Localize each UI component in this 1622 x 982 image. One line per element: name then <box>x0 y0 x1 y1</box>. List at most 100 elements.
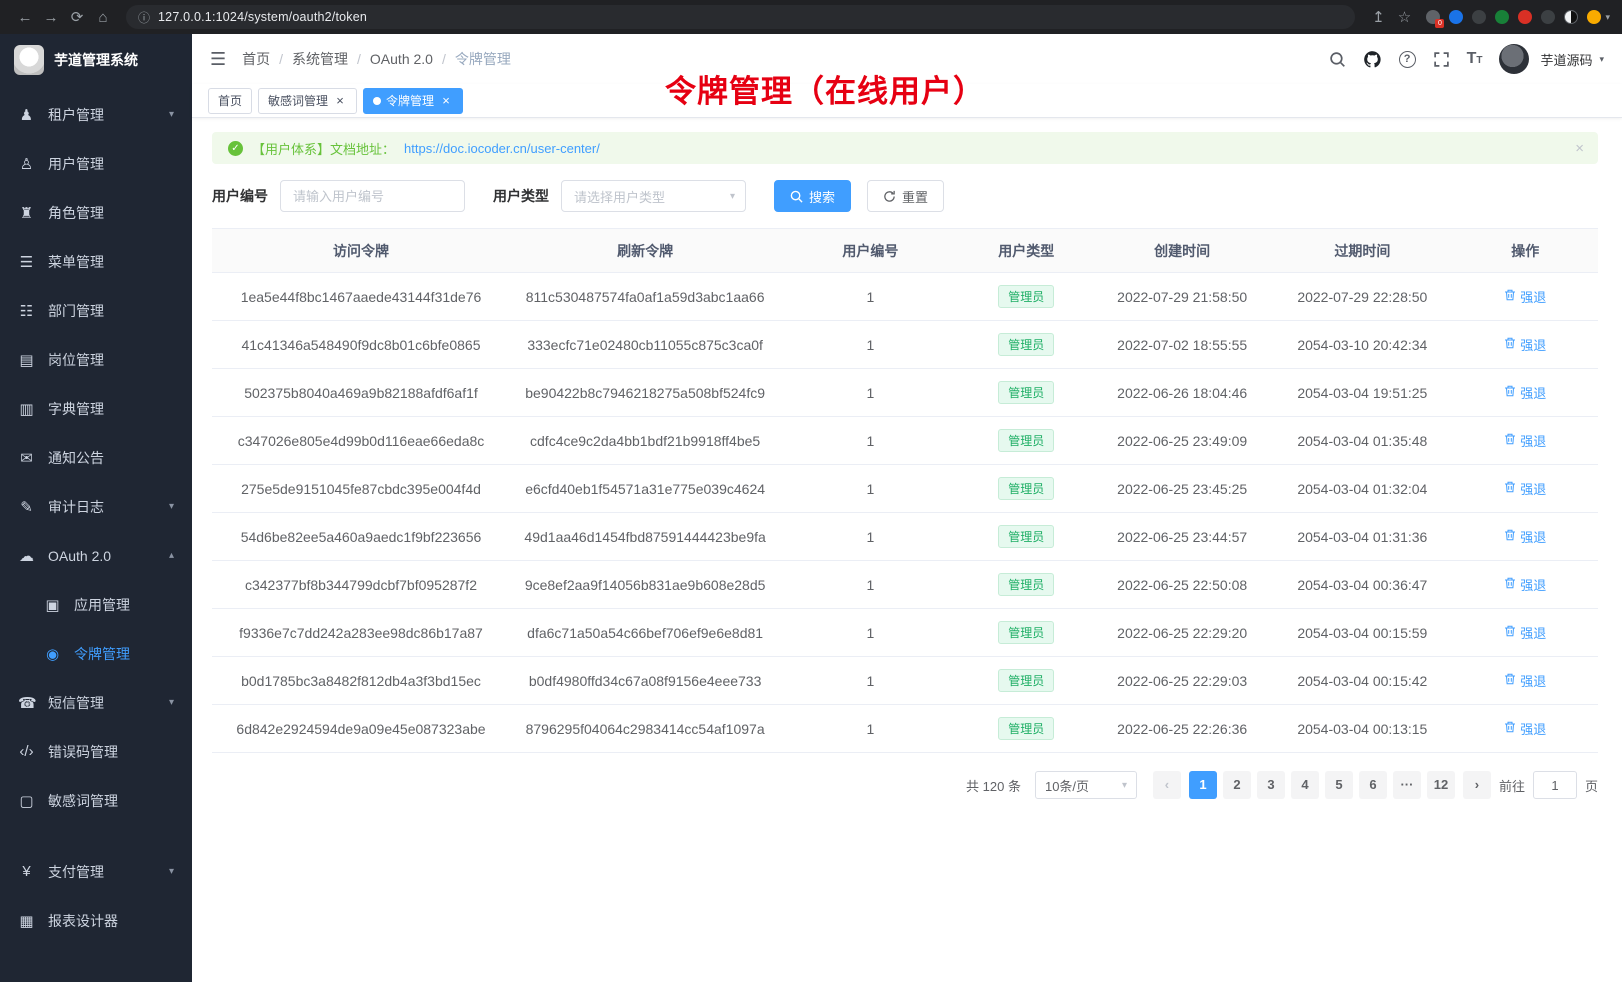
sidebar-item-pay[interactable]: ¥支付管理▾ <box>0 847 192 896</box>
tab-0[interactable]: 首页 <box>208 88 252 114</box>
sidebar-item-post[interactable]: ▤岗位管理 <box>0 335 192 384</box>
refresh-token-cell: 49d1aa46d1454fbd87591444423be9fa <box>510 513 780 561</box>
user-avatar[interactable] <box>1499 44 1529 74</box>
expire-time-cell: 2054-03-04 01:35:48 <box>1272 417 1452 465</box>
extension-icon[interactable] <box>1495 10 1509 24</box>
pager-page-12[interactable]: 12 <box>1427 771 1455 799</box>
pager-ellipsis[interactable]: ··· <box>1393 771 1421 799</box>
breadcrumb-item-system[interactable]: 系统管理 <box>292 49 348 69</box>
column-header: 刷新令牌 <box>510 229 780 273</box>
help-icon[interactable]: ? <box>1399 51 1416 68</box>
force-logout-button[interactable]: 强退 <box>1504 431 1546 450</box>
force-logout-button[interactable]: 强退 <box>1504 623 1546 642</box>
refresh-token-cell: b0df4980ffd34c67a08f9156e4eee733 <box>510 657 780 705</box>
alert-text: 【用户体系】文档地址： <box>252 139 395 158</box>
sidebar-item-menu[interactable]: ☰菜单管理 <box>0 237 192 286</box>
force-logout-button[interactable]: 强退 <box>1504 383 1546 402</box>
sidebar-item-tenant[interactable]: ♟租户管理▾ <box>0 90 192 139</box>
user-type-badge: 管理员 <box>998 717 1054 740</box>
force-logout-button[interactable]: 强退 <box>1504 287 1546 306</box>
browser-profile-avatar[interactable] <box>1587 10 1601 24</box>
audit-icon: ✎ <box>18 498 35 516</box>
force-logout-button[interactable]: 强退 <box>1504 335 1546 354</box>
force-logout-button[interactable]: 强退 <box>1504 719 1546 738</box>
pager-page-2[interactable]: 2 <box>1223 771 1251 799</box>
sidebar-item-role[interactable]: ♜角色管理 <box>0 188 192 237</box>
home-icon[interactable]: ⌂ <box>90 9 116 26</box>
app-logo-row[interactable]: 芋道管理系统 <box>0 34 192 86</box>
extension-icon[interactable] <box>1564 10 1578 24</box>
fullscreen-icon[interactable] <box>1433 51 1450 68</box>
sidebar-item-notice[interactable]: ✉通知公告 <box>0 433 192 482</box>
refresh-token-cell: cdfc4ce9c2da4bb1bdf21b9918ff4be5 <box>510 417 780 465</box>
trash-icon <box>1504 289 1516 304</box>
user-type-select[interactable]: 请选择用户类型 ▾ <box>561 180 746 212</box>
extension-icon[interactable] <box>1541 10 1555 24</box>
breadcrumb-item-home[interactable]: 首页 <box>242 49 270 69</box>
user-id-input[interactable] <box>280 180 465 212</box>
address-bar[interactable]: ⓘ 127.0.0.1:1024/system/oauth2/token <box>126 5 1355 29</box>
sidebar-item-sms[interactable]: ☎短信管理▾ <box>0 678 192 727</box>
github-icon[interactable] <box>1363 50 1382 69</box>
puzzle-extension-icon[interactable] <box>1518 10 1532 24</box>
token-icon: ◉ <box>44 645 61 663</box>
created-time-cell: 2022-06-25 23:49:09 <box>1092 417 1272 465</box>
bookmark-star-icon[interactable]: ☆ <box>1391 8 1417 26</box>
chevron-down-icon[interactable]: ▾ <box>1605 12 1610 23</box>
force-logout-button[interactable]: 强退 <box>1504 575 1546 594</box>
sidebar-item-oauth-app[interactable]: ▣应用管理 <box>0 580 192 629</box>
breadcrumb-item-token: 令牌管理 <box>455 49 511 69</box>
pager-page-1[interactable]: 1 <box>1189 771 1217 799</box>
doc-link[interactable]: https://doc.iocoder.cn/user-center/ <box>404 141 600 156</box>
trash-icon <box>1504 433 1516 448</box>
tab-1[interactable]: 敏感词管理× <box>258 88 357 114</box>
search-icon[interactable] <box>1329 51 1346 68</box>
back-icon[interactable]: ← <box>12 9 38 26</box>
font-size-icon[interactable]: TT <box>1467 50 1483 68</box>
pager-page-4[interactable]: 4 <box>1291 771 1319 799</box>
page-size-select[interactable]: 10条/页 ▾ <box>1035 771 1137 799</box>
refresh-icon[interactable]: ⟳ <box>64 8 90 26</box>
sidebar-item-label: 审计日志 <box>48 497 104 517</box>
site-info-icon[interactable]: ⓘ <box>138 9 150 26</box>
sidebar-item-user[interactable]: ♙用户管理 <box>0 139 192 188</box>
pager-page-5[interactable]: 5 <box>1325 771 1353 799</box>
extension-icon[interactable]: 0 <box>1426 10 1440 24</box>
force-logout-button[interactable]: 强退 <box>1504 479 1546 498</box>
table-row: c347026e805e4d99b0d116eae66eda8ccdfc4ce9… <box>212 417 1598 465</box>
prev-page-button[interactable]: ‹ <box>1153 771 1181 799</box>
access-token-cell: c347026e805e4d99b0d116eae66eda8c <box>212 417 510 465</box>
sidebar-item-audit[interactable]: ✎审计日志▾ <box>0 482 192 531</box>
created-time-cell: 2022-06-25 22:29:03 <box>1092 657 1272 705</box>
sidebar-item-oauth-token[interactable]: ◉令牌管理 <box>0 629 192 678</box>
table-row: b0d1785bc3a8482f812db4a3f3bd15ecb0df4980… <box>212 657 1598 705</box>
next-page-button[interactable]: › <box>1463 771 1491 799</box>
goto-page-input[interactable] <box>1533 771 1577 799</box>
sidebar-item-sensitive[interactable]: ▢敏感词管理 <box>0 776 192 825</box>
share-icon[interactable]: ↥ <box>1365 8 1391 26</box>
force-logout-button[interactable]: 强退 <box>1504 671 1546 690</box>
sidebar-fold-icon[interactable]: ☰ <box>210 49 226 70</box>
sidebar-item-report[interactable]: ▦报表设计器 <box>0 896 192 945</box>
close-icon[interactable]: × <box>333 94 347 108</box>
force-logout-button[interactable]: 强退 <box>1504 527 1546 546</box>
extension-icon[interactable] <box>1449 10 1463 24</box>
forward-icon[interactable]: → <box>38 9 64 26</box>
sidebar-item-errcode[interactable]: ‹/›错误码管理 <box>0 727 192 776</box>
user-name[interactable]: 芋道源码 <box>1540 50 1592 69</box>
access-token-cell: 1ea5e44f8bc1467aaede43144f31de76 <box>212 273 510 321</box>
sidebar-item-oauth[interactable]: ☁OAuth 2.0▴ <box>0 531 192 580</box>
close-icon[interactable]: × <box>1575 140 1584 157</box>
reset-button[interactable]: 重置 <box>867 180 944 212</box>
sidebar-item-dept[interactable]: ☷部门管理 <box>0 286 192 335</box>
pager-page-6[interactable]: 6 <box>1359 771 1387 799</box>
pay-icon: ¥ <box>18 863 35 880</box>
pager-page-3[interactable]: 3 <box>1257 771 1285 799</box>
close-icon[interactable]: × <box>439 94 453 108</box>
extension-icon[interactable] <box>1472 10 1486 24</box>
search-button[interactable]: 搜索 <box>774 180 851 212</box>
breadcrumb-item-oauth[interactable]: OAuth 2.0 <box>370 51 433 67</box>
goto-label: 前往 <box>1499 776 1525 795</box>
tab-2[interactable]: 令牌管理× <box>363 88 463 114</box>
sidebar-item-dict[interactable]: ▥字典管理 <box>0 384 192 433</box>
